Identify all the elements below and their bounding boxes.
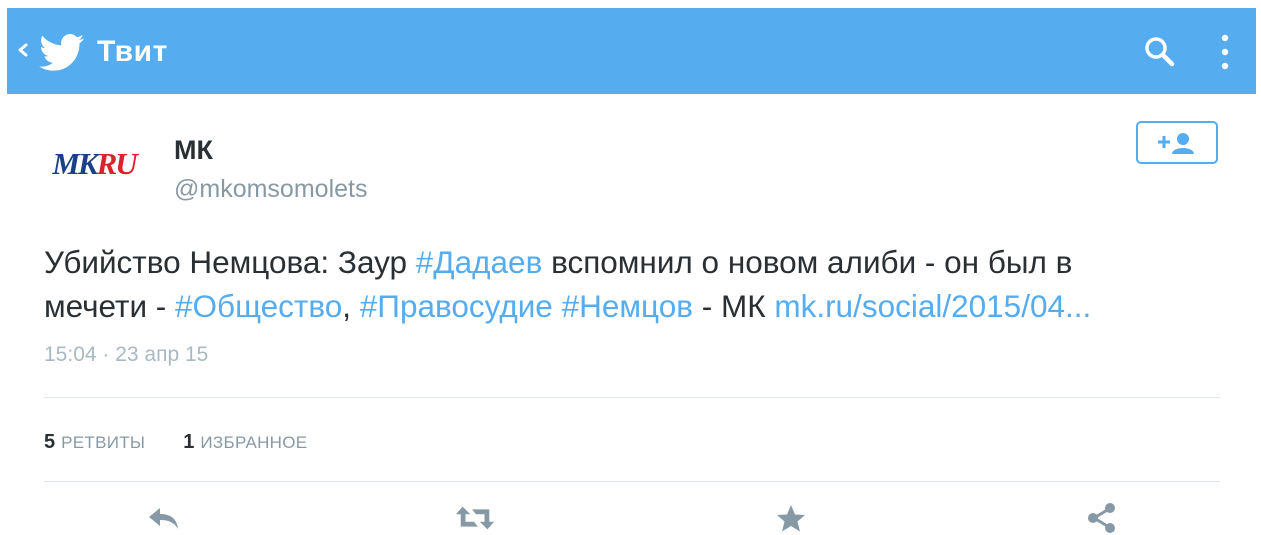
- top-app-bar: Твит: [7, 8, 1256, 94]
- reply-icon: [149, 508, 178, 529]
- divider: [44, 397, 1220, 398]
- tweet-timestamp: 15:04 · 23 апр 15: [44, 343, 209, 366]
- divider: [44, 481, 1220, 482]
- tweet-text-line-1: Убийство Немцова: Заур #Дадаев вспомнил …: [44, 244, 1073, 280]
- user-handle[interactable]: @mkomsomolets: [174, 174, 367, 204]
- search-icon[interactable]: [1142, 34, 1178, 70]
- reply-button[interactable]: [144, 500, 184, 535]
- follow-button[interactable]: [1136, 121, 1218, 164]
- back-arrow-icon[interactable]: [15, 36, 31, 64]
- favorites-stat[interactable]: 1 ИЗБРАННОЕ: [183, 428, 307, 457]
- hashtag-link[interactable]: #Правосудие: [360, 288, 553, 324]
- avatar-logo: MKRU: [52, 146, 137, 181]
- retweets-label: РЕТВИТЫ: [61, 433, 146, 452]
- tweet-stats: 5 РЕТВИТЫ 1 ИЗБРАННОЕ: [44, 428, 307, 457]
- share-button[interactable]: [1082, 500, 1122, 535]
- tweet-screen: Твит MKRU МК @mkomsomolets Убийство Немц…: [0, 0, 1261, 535]
- twitter-bird-icon[interactable]: [39, 34, 85, 72]
- avatar[interactable]: MKRU: [44, 128, 144, 200]
- favorites-label: ИЗБРАННОЕ: [200, 433, 308, 452]
- url-link[interactable]: mk.ru/social/2015/04...: [774, 288, 1091, 324]
- hashtag-link[interactable]: #Дадаев: [416, 244, 543, 280]
- favorite-star-icon: [777, 505, 805, 532]
- page-title: Твит: [97, 35, 168, 68]
- retweets-count: 5: [44, 431, 56, 453]
- retweets-stat[interactable]: 5 РЕТВИТЫ: [44, 428, 145, 457]
- share-icon: [1088, 503, 1115, 533]
- tweet-text: Убийство Немцова: Заур #Дадаев вспомнил …: [44, 240, 1224, 328]
- hashtag-link[interactable]: #Общество: [175, 288, 342, 324]
- add-user-icon: [1158, 132, 1194, 154]
- retweet-button[interactable]: [455, 500, 495, 535]
- tweet-text-line-2: мечети - #Общество, #Правосудие #Немцов …: [44, 288, 1092, 324]
- overflow-menu-icon[interactable]: [1219, 32, 1231, 72]
- user-name[interactable]: МК: [174, 134, 213, 166]
- hashtag-link[interactable]: #Немцов: [562, 288, 693, 324]
- favorites-count: 1: [183, 431, 195, 453]
- retweet-icon: [455, 506, 495, 530]
- favorite-button[interactable]: [771, 500, 811, 535]
